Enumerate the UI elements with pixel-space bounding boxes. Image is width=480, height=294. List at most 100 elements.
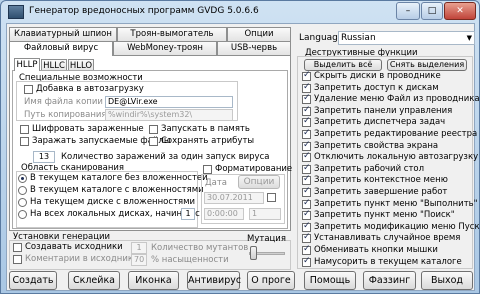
scan-start-field[interactable]: 1	[181, 208, 195, 220]
window-title: Генератор вредоносных программ GVDG 5.0.…	[29, 6, 259, 16]
language-value: Russian	[341, 33, 376, 43]
scan-all-disks-label: На всех локальных дисках, начиная с	[30, 209, 200, 219]
destructive-checkbox[interactable]	[302, 151, 311, 162]
destructive-checkbox[interactable]	[302, 116, 311, 127]
percent-field[interactable]: 70	[131, 254, 147, 266]
copy-name-field[interactable]: DE@LVir.exe	[105, 96, 233, 108]
title-bar[interactable]: Генератор вредоносных программ GVDG 5.0.…	[1, 1, 479, 23]
mutant-count-label: Количество мутантов	[151, 243, 249, 253]
scan-radio-disk[interactable]	[18, 198, 27, 207]
destructive-checkbox[interactable]	[302, 163, 311, 174]
scan-disk-label: На текущем диске с вложенностями	[30, 197, 196, 207]
antivirus-button[interactable]: Антивирус	[187, 271, 241, 290]
tab-usb-worm[interactable]: USB-червь	[217, 41, 291, 55]
destructive-item-label: Отключить локальную автозагрузку	[314, 152, 479, 162]
format-date-checkbox[interactable]	[267, 193, 276, 202]
keep-attrs-label: Сохранять атрибуты	[161, 136, 255, 146]
format-checkbox[interactable]	[203, 165, 212, 174]
format-date-field[interactable]: 30.07.2011	[204, 192, 264, 204]
format-time-field[interactable]: 0:00:00	[204, 208, 244, 220]
destructive-item-label: Запретить пункт меню "Поиск"	[314, 210, 455, 220]
destructive-item-label: Запретить панели управления	[314, 106, 453, 116]
percent-label: % насыщенности	[151, 255, 229, 265]
format-label: Форматирование	[215, 164, 293, 174]
scan-radio-current[interactable]	[18, 174, 27, 183]
format-options-button[interactable]: Опции	[238, 175, 280, 189]
infect-running-checkbox[interactable]	[20, 137, 29, 146]
encrypted-checkbox[interactable]	[20, 125, 29, 134]
destructive-item-label: Запретить редактирование реестра	[314, 129, 478, 139]
destructive-item-label: Запретить диспетчера задач	[314, 117, 446, 127]
language-label: Language	[299, 33, 344, 43]
merge-button[interactable]: Склейка	[68, 271, 120, 290]
infect-count-label: Количество заражений за один запуск виру…	[61, 152, 270, 162]
destructive-checkbox[interactable]	[302, 174, 311, 185]
select-all-button[interactable]: Выделить всё	[304, 59, 382, 71]
tab-file-virus[interactable]: Файловый вирус	[9, 41, 113, 56]
destructive-item-label: Запретить свойства экрана	[314, 141, 439, 151]
app-window: Генератор вредоносных программ GVDG 5.0.…	[0, 0, 480, 294]
scan-current-nested-label: В текущем каталоге с вложенностями	[30, 185, 204, 195]
destructive-checkbox[interactable]	[302, 140, 311, 151]
destructive-checkbox[interactable]	[302, 128, 311, 139]
infect-count-field[interactable]: 13	[33, 151, 55, 163]
scan-radio-all-disks[interactable]	[18, 210, 27, 219]
copy-path-field[interactable]: %windir%\system32\	[105, 109, 233, 121]
format-counter-field[interactable]: 1	[249, 208, 281, 220]
keep-attrs-checkbox[interactable]	[149, 137, 158, 146]
destructive-checkbox[interactable]	[302, 105, 311, 116]
scan-radio-current-nested[interactable]	[18, 186, 27, 195]
destructive-checkbox[interactable]	[302, 82, 311, 93]
run-in-memory-label: Запускать в память	[161, 124, 250, 134]
tab-options[interactable]: Опции	[227, 27, 291, 41]
language-select[interactable]: Russian ▼	[338, 31, 475, 45]
destructive-checkbox[interactable]	[302, 93, 311, 104]
comments-label: Коментарии в исходниках	[25, 254, 144, 264]
comments-checkbox[interactable]	[13, 255, 22, 264]
tab-webmoney-trojan[interactable]: WebMoney-троян	[113, 41, 217, 55]
scan-current-label: В текущем каталоге без вложенностей	[30, 173, 208, 183]
copy-path-label: Путь копирования	[24, 110, 107, 120]
exit-button[interactable]: Выход	[421, 271, 473, 290]
destructive-checkbox[interactable]	[302, 209, 311, 220]
fuzzing-button[interactable]: Фаззинг	[363, 271, 416, 290]
deselect-button[interactable]: Снять выделения	[387, 59, 467, 71]
minimize-button[interactable]: –	[396, 2, 420, 20]
destructive-checkbox[interactable]	[302, 186, 311, 197]
destructive-item-label: Удаление меню Файл из проводника	[314, 94, 480, 104]
destructive-item-label: Запретить завершение работ	[314, 187, 448, 197]
about-button[interactable]: О проге	[247, 271, 295, 290]
mutation-slider-thumb[interactable]	[250, 246, 257, 260]
run-in-memory-checkbox[interactable]	[149, 125, 158, 134]
destructive-checkbox[interactable]	[302, 256, 311, 267]
subtab-hllp[interactable]: HLLP	[14, 58, 40, 71]
format-date-label: Дата	[205, 178, 228, 188]
autorun-checkbox[interactable]	[24, 85, 33, 94]
icon-button[interactable]: Иконка	[128, 271, 179, 290]
destructive-item-label: Запретить модификацию меню Пуск	[314, 222, 480, 232]
tab-keylogger[interactable]: Клавиатурный шпион	[9, 27, 117, 41]
destructive-item-label: Скрыть диски в проводнике	[314, 71, 441, 81]
destructive-checkbox[interactable]	[302, 70, 311, 81]
autorun-label: Добавка в автозагрузку	[36, 84, 144, 94]
destructive-checkbox[interactable]	[302, 244, 311, 255]
destructive-item-label: Намусорить в текущем каталоге	[314, 257, 462, 267]
app-icon	[8, 5, 24, 19]
chevron-down-icon: ▼	[466, 34, 472, 42]
copy-name-label: Имя файла копии	[24, 97, 103, 107]
mutation-label: Мутация	[247, 234, 286, 244]
maximize-button[interactable]: □	[421, 2, 443, 20]
destructive-checkbox[interactable]	[302, 232, 311, 243]
create-sources-checkbox[interactable]	[13, 243, 22, 252]
tab-ransomware[interactable]: Троян-вымогатель	[117, 27, 227, 41]
create-sources-label: Создавать исходники	[25, 242, 123, 252]
destructive-checkbox[interactable]	[302, 198, 311, 209]
destructive-item-label: Обменивать кнопки мышки	[314, 245, 438, 255]
mutant-count-field[interactable]: 1	[131, 242, 147, 254]
destructive-checkbox[interactable]	[302, 221, 311, 232]
close-button[interactable]: ✕	[444, 2, 476, 20]
destructive-item-label: Запретить доступ к дискам	[314, 83, 439, 93]
destructive-item-label: Запретить контекстное меню	[314, 175, 448, 185]
create-button[interactable]: Создать	[9, 271, 57, 290]
help-button[interactable]: Помощь	[304, 271, 356, 290]
